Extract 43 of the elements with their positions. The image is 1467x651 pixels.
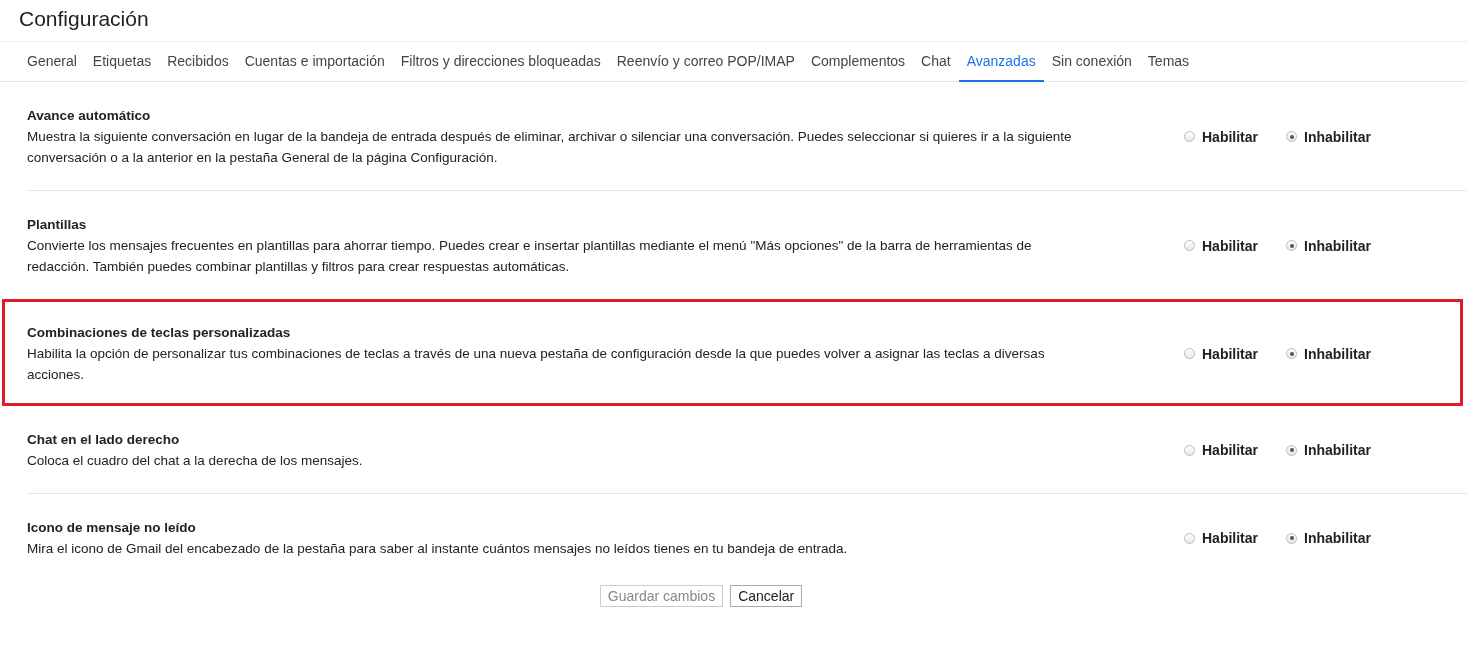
settings-tab[interactable]: General <box>19 42 85 82</box>
option-label[interactable]: Inhabilitar <box>1304 237 1371 254</box>
setting-title: Chat en el lado derecho <box>27 431 181 449</box>
option-label[interactable]: Habilitar <box>1202 345 1258 362</box>
setting-title: Combinaciones de teclas personalizadas <box>27 324 292 342</box>
page-title: Configuración <box>0 0 1467 42</box>
settings-tab[interactable]: Recibidos <box>159 42 237 82</box>
settings-tab[interactable]: Chat <box>913 42 959 82</box>
settings-tab[interactable]: Complementos <box>802 42 914 82</box>
radio-button[interactable] <box>1286 348 1297 359</box>
setting-title: Icono de mensaje no leído <box>27 519 197 537</box>
radio-button[interactable] <box>1286 240 1297 251</box>
radio-button[interactable] <box>1184 532 1195 544</box>
setting-title: Plantillas <box>27 216 88 234</box>
settings-tab[interactable]: Etiquetas <box>84 42 160 82</box>
settings-tab[interactable]: Filtros y direcciones bloqueadas <box>392 42 609 82</box>
radio-button[interactable] <box>1184 131 1195 142</box>
option-label[interactable]: Inhabilitar <box>1304 442 1371 458</box>
cancel-button[interactable]: Cancelar <box>730 585 803 607</box>
radio-button[interactable] <box>1184 444 1195 456</box>
option-label[interactable]: Habilitar <box>1202 442 1258 458</box>
option-label[interactable]: Habilitar <box>1202 128 1258 145</box>
radio-button[interactable] <box>1286 532 1297 544</box>
radio-button[interactable] <box>1286 131 1297 142</box>
settings-tab[interactable]: Reenvío y correo POP/IMAP <box>608 42 803 82</box>
option-label[interactable]: Inhabilitar <box>1304 530 1371 546</box>
settings-tab[interactable]: Avanzadas <box>958 42 1044 82</box>
settings-tab[interactable]: Temas <box>1139 42 1198 82</box>
setting-title: Avance automático <box>27 107 152 125</box>
option-label[interactable]: Inhabilitar <box>1304 345 1371 362</box>
option-label[interactable]: Habilitar <box>1202 530 1258 546</box>
option-label[interactable]: Inhabilitar <box>1304 128 1371 145</box>
radio-button[interactable] <box>1184 348 1195 359</box>
radio-button[interactable] <box>1184 240 1195 251</box>
setting-description: Convierte los mensajes frecuentes en plantillas para ahorrar tiempo. Puedes crear e insertar plantillas mediante el menú "Más opciones" de la barra de herramientas de redacción. También puedes combinar plantillas y filtros para crear respuestas automáticas. <box>27 237 1033 276</box>
settings-tab[interactable]: Cuentas e importación <box>236 42 393 82</box>
setting-description: Coloca el cuadro del chat a la derecha de los mensajes. <box>27 452 364 470</box>
radio-button[interactable] <box>1286 444 1297 456</box>
settings-tab[interactable]: Sin conexión <box>1043 42 1140 82</box>
setting-description: Mira el icono de Gmail del encabezado de la pestaña para saber al instante cuántos mensajes no leídos tienes en tu bandeja de entrada. <box>27 540 849 558</box>
option-label[interactable]: Habilitar <box>1202 237 1258 254</box>
setting-description: Habilita la opción de personalizar tus combinaciones de teclas a través de una nueva pestaña de configuración desde la que puedes volver a asignar las teclas a diversas acciones. <box>27 345 1046 384</box>
setting-description: Muestra la siguiente conversación en lugar de la bandeja de entrada después de eliminar, archivar o silenciar una conversación. Puedes seleccionar si quieres ir a la siguiente conversación o a la anterior en la pestaña General de la página Configuración. <box>27 128 1073 167</box>
